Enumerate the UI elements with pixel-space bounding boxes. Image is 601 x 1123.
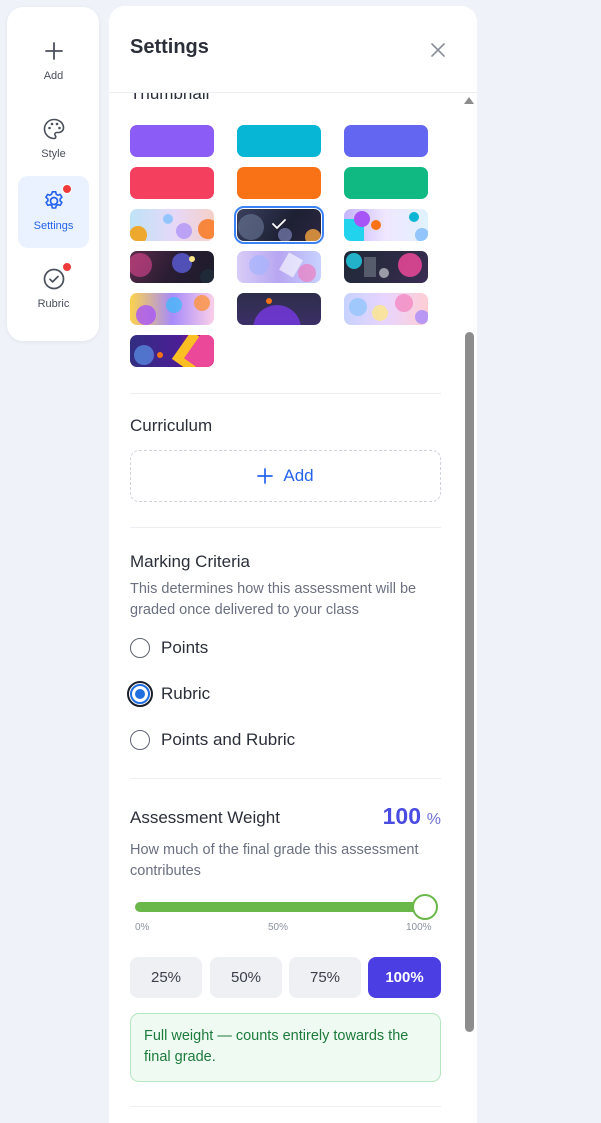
thumbnail-swatch-image-selected[interactable] [234,206,324,244]
notification-badge [61,184,72,194]
preset-25-button[interactable]: 25% [130,957,202,998]
thumbnail-swatch-cyan[interactable] [237,125,321,157]
rail-item-style[interactable]: Style [18,104,89,176]
thumbnail-swatch-image[interactable] [130,209,214,241]
weight-value: 100 [382,803,421,829]
section-divider [130,393,441,394]
rail-label-rubric: Rubric [37,298,70,310]
marking-criteria-description: This determines how this assessment will… [130,581,417,618]
close-icon [431,43,445,57]
assessment-weight-title: Assessment Weight [130,808,280,827]
side-rail: Add Style Settings Rubric [7,7,99,341]
radio-button[interactable] [130,730,150,750]
rail-label-add: Add [43,70,64,82]
radio-option-points[interactable]: Points [130,638,208,658]
weight-slider-thumb[interactable] [412,894,438,920]
rail-item-settings[interactable]: Settings [18,176,89,248]
slider-tick-0: 0% [135,922,150,933]
section-divider [130,1106,441,1107]
thumbnail-swatch-red[interactable] [130,167,214,199]
weight-slider-track[interactable] [135,902,425,912]
radio-label: Points [161,638,209,657]
gear-icon [41,184,72,214]
slider-tick-100: 100% [406,922,432,933]
rail-label-style: Style [41,148,66,160]
thumbnail-swatch-image[interactable] [237,293,321,325]
thumbnail-swatch-image[interactable] [130,335,214,367]
preset-50-button[interactable]: 50% [210,957,282,998]
plus-icon [41,38,67,64]
thumbnail-swatch-image[interactable] [237,251,321,283]
add-curriculum-label: Add [283,466,314,485]
section-divider [130,778,441,779]
panel-title: Settings [130,36,209,58]
assessment-weight-description: How much of the final grade this assessm… [130,842,419,879]
marking-criteria-title: Marking Criteria [130,552,250,571]
rail-item-rubric[interactable]: Rubric [18,254,89,326]
weight-slider-fill [135,902,425,912]
thumbnail-swatch-image[interactable] [130,293,214,325]
preset-100-button[interactable]: 100% [368,957,441,998]
curriculum-title: Curriculum [130,416,213,435]
scrollbar-thumb[interactable] [465,332,474,1032]
section-divider [130,527,441,528]
notification-badge [61,262,72,272]
radio-button[interactable] [130,638,150,658]
weight-unit: % [426,811,441,828]
thumbnail-swatch-image[interactable] [344,251,428,283]
rail-label-settings: Settings [33,220,74,232]
palette-icon [41,116,67,142]
panel-header: Settings [109,6,477,93]
checkmark-icon [272,219,286,229]
plus-icon [257,468,274,484]
radio-option-rubric[interactable]: Rubric [127,681,211,707]
thumbnail-swatch-image[interactable] [130,251,214,283]
scroll-up-arrow[interactable] [464,97,474,104]
settings-panel: Settings Thumbnail Curriculum Add Markin… [109,6,477,1123]
thumbnail-swatch-indigo[interactable] [344,125,428,157]
thumbnail-swatch-green[interactable] [344,167,428,199]
thumbnail-swatch-image[interactable] [344,293,428,325]
thumbnail-swatch-purple[interactable] [130,125,214,157]
rail-item-add[interactable]: Add [18,26,89,98]
preset-75-button[interactable]: 75% [289,957,361,998]
radio-button[interactable] [127,681,153,707]
check-circle-icon [41,262,72,292]
radio-option-points-and-rubric[interactable]: Points and Rubric [130,730,295,750]
thumbnail-swatch-image[interactable] [344,209,428,241]
thumbnail-swatch-orange[interactable] [237,167,321,199]
slider-tick-50: 50% [268,922,289,933]
add-curriculum-button[interactable]: Add [130,450,441,502]
weight-info-note: Full weight — counts entirely towards th… [130,1013,441,1082]
radio-label: Rubric [161,684,211,703]
close-button[interactable] [428,40,448,60]
radio-label: Points and Rubric [161,730,296,749]
